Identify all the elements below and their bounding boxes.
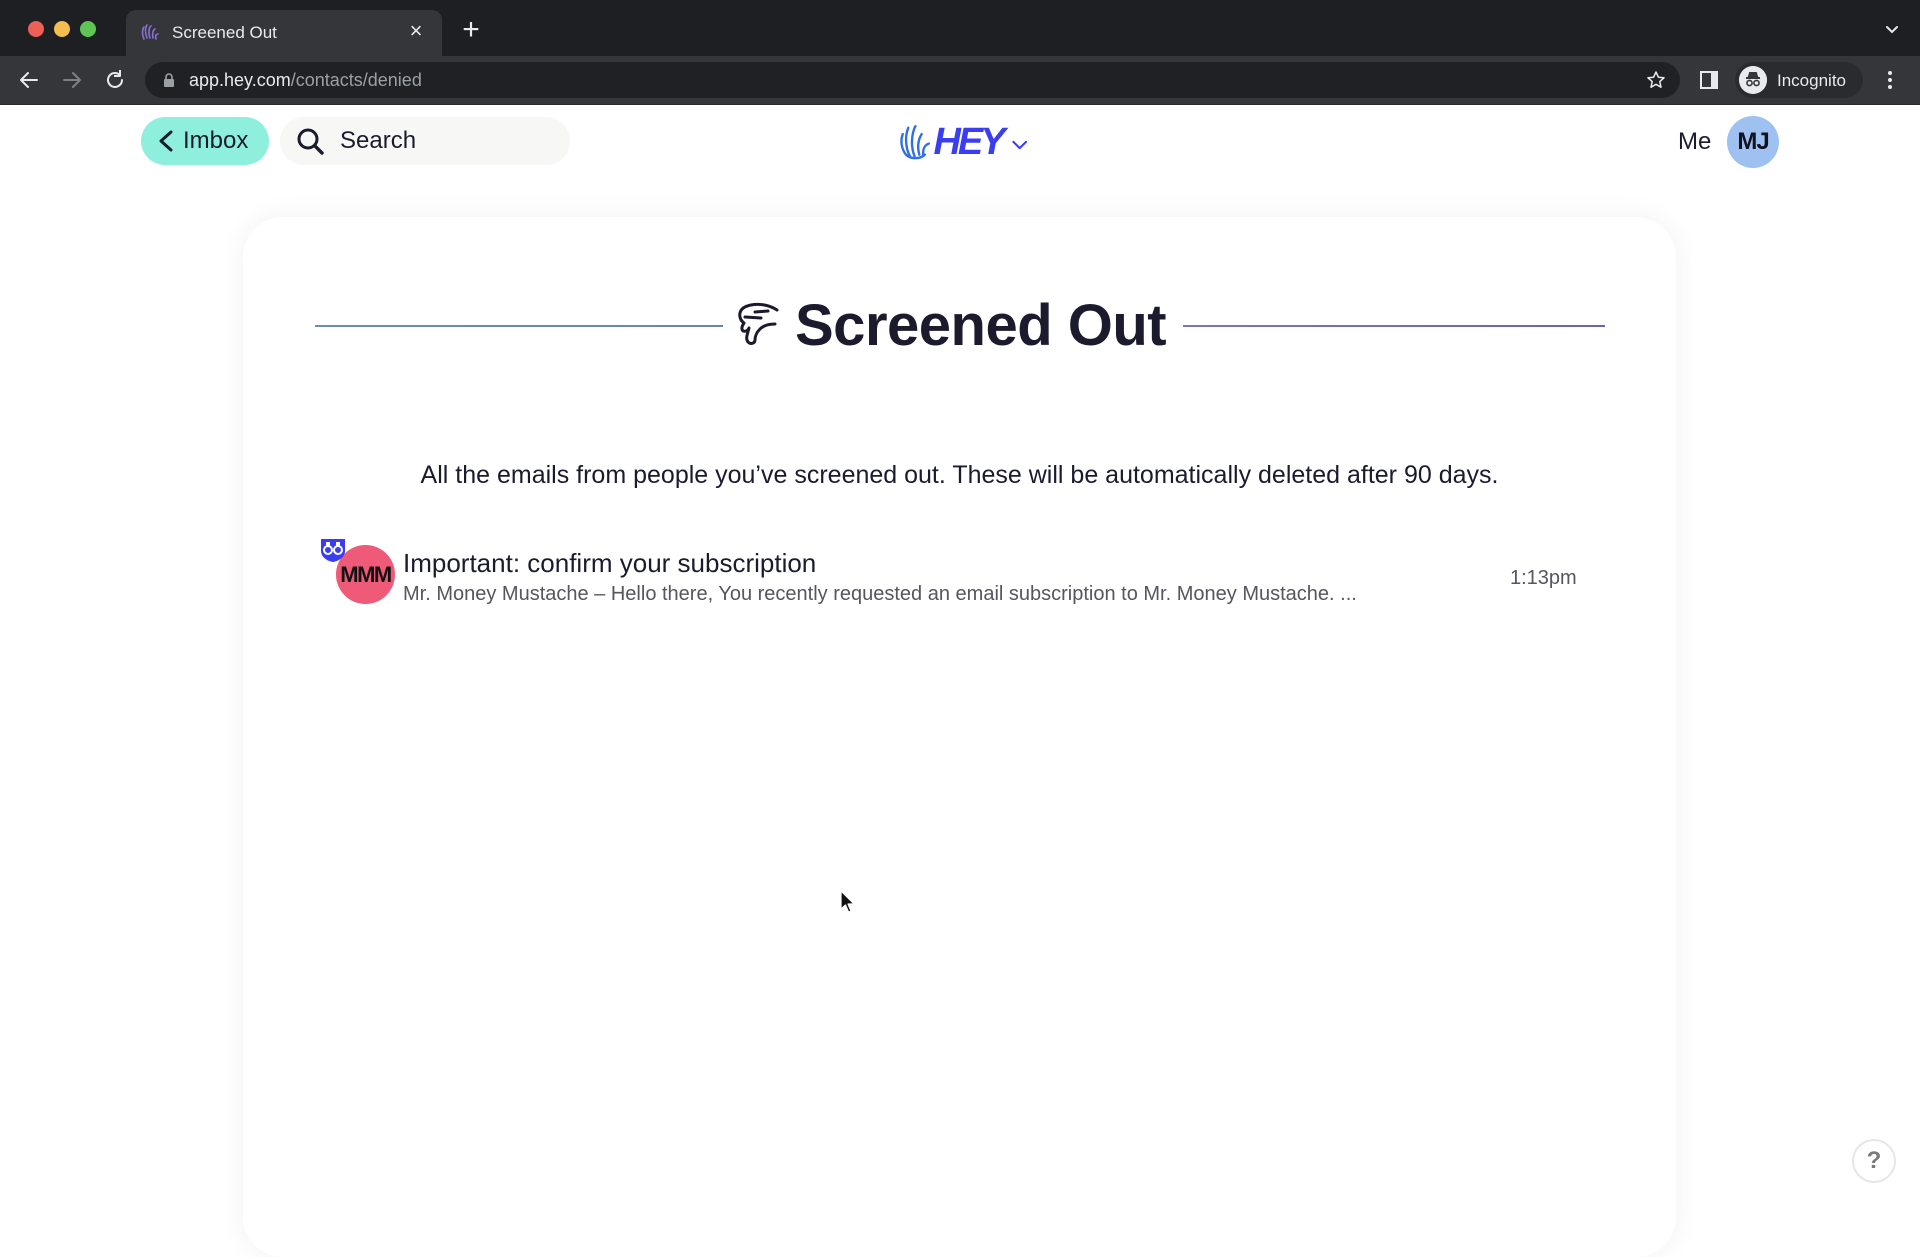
user-avatar[interactable]: MJ xyxy=(1727,116,1779,168)
new-tab-button[interactable]: + xyxy=(458,15,484,45)
page-title: Screened Out xyxy=(795,292,1167,358)
hey-hand-icon xyxy=(900,125,930,160)
chevron-down-icon xyxy=(1011,140,1027,150)
tab-search-chevron-icon[interactable] xyxy=(1884,22,1900,38)
tab-strip: Screened Out × + xyxy=(0,0,1920,56)
tab-close-button[interactable]: × xyxy=(404,19,428,43)
me-label[interactable]: Me xyxy=(1678,128,1711,156)
help-button[interactable]: ? xyxy=(1852,1139,1896,1183)
side-panel-icon[interactable] xyxy=(1699,70,1719,90)
page-heading: Screened Out xyxy=(315,285,1605,365)
address-bar[interactable]: app.hey.com/contacts/denied xyxy=(145,62,1680,98)
forward-arrow-icon[interactable] xyxy=(60,68,84,92)
incognito-icon xyxy=(1739,66,1767,94)
screened-out-card: Screened Out All the emails from people … xyxy=(243,217,1676,1257)
chevron-left-icon xyxy=(159,130,173,152)
hey-hand-icon xyxy=(141,24,159,40)
incognito-label: Incognito xyxy=(1777,71,1846,90)
tab-title: Screened Out xyxy=(172,23,277,42)
incognito-profile-button[interactable]: Incognito xyxy=(1735,62,1863,98)
url-host: app.hey.com xyxy=(189,70,291,90)
hey-logo-text: HEY xyxy=(933,120,1005,163)
window-minimize-button[interactable] xyxy=(54,21,70,37)
hey-logo-menu[interactable]: HEY xyxy=(898,117,1028,167)
search-icon xyxy=(297,128,324,155)
more-menu-icon[interactable] xyxy=(1880,68,1900,92)
browser-chrome: Screened Out × + app.hey.com/contacts/de… xyxy=(0,0,1920,105)
page-subtitle: All the emails from people you’ve screen… xyxy=(420,461,1499,489)
url-text[interactable]: app.hey.com/contacts/denied xyxy=(189,70,422,91)
page: Imbox Search HEY Me MJ Screened Out All … xyxy=(0,105,1920,1257)
search-button[interactable]: Search xyxy=(280,117,570,165)
window-maximize-button[interactable] xyxy=(80,21,96,37)
browser-toolbar: app.hey.com/contacts/denied Incognito xyxy=(0,56,1920,105)
email-list-item[interactable]: MMM Important: confirm your subscription… xyxy=(319,537,1599,617)
window-close-button[interactable] xyxy=(28,21,44,37)
heading-divider-right xyxy=(1183,325,1605,327)
search-label: Search xyxy=(340,127,417,154)
browser-tab[interactable]: Screened Out × xyxy=(126,10,442,56)
bookmark-star-icon[interactable] xyxy=(1646,70,1666,90)
reload-icon[interactable] xyxy=(103,68,127,92)
lock-icon[interactable] xyxy=(163,73,175,87)
binoculars-icon xyxy=(321,539,345,562)
email-subject: Important: confirm your subscription xyxy=(403,548,817,578)
heading-divider-left xyxy=(315,325,723,327)
email-snippet: Mr. Money Mustache – Hello there, You re… xyxy=(403,583,1357,605)
heading-title-group: Screened Out xyxy=(735,285,1171,365)
back-to-imbox-button[interactable]: Imbox xyxy=(141,117,269,165)
mouse-cursor-icon xyxy=(840,890,855,913)
thumbs-down-icon xyxy=(738,302,779,345)
back-arrow-icon[interactable] xyxy=(17,68,41,92)
email-time: 1:13pm xyxy=(1510,567,1577,589)
url-path: /contacts/denied xyxy=(290,70,422,90)
imbox-label: Imbox xyxy=(183,127,249,154)
